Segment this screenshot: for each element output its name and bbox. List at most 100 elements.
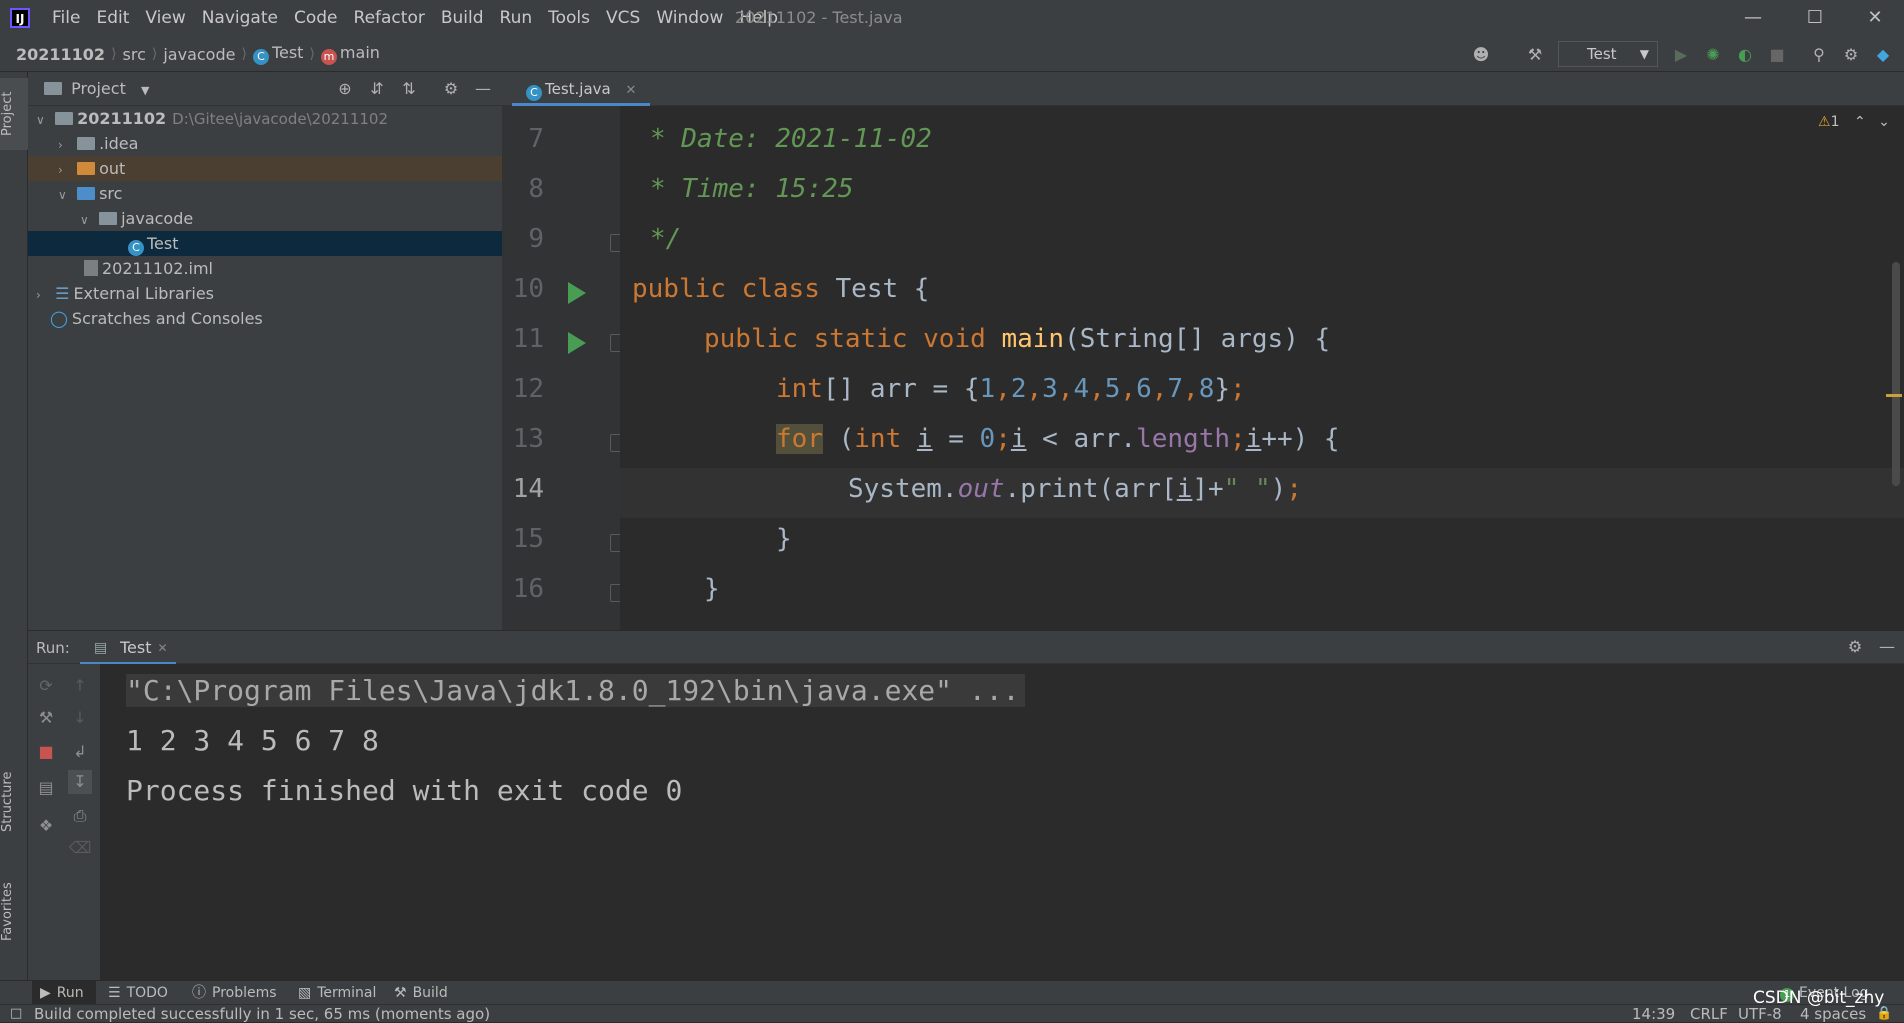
project-tool-tab[interactable]: Project: [0, 78, 28, 150]
hammer-icon[interactable]: ⚒: [1524, 44, 1546, 66]
chevron-down-icon: ▼: [140, 84, 150, 97]
project-panel-title[interactable]: Project ▼: [44, 79, 149, 98]
code-editor[interactable]: * Date: 2021-11-02 * Time: 15:25 */ publ…: [620, 106, 1904, 630]
run-class-icon[interactable]: [568, 282, 586, 304]
tool-tab-build[interactable]: ⚒ Build: [394, 981, 448, 1005]
chevron-right-icon: ⟩: [151, 46, 158, 62]
minimize-icon[interactable]: —: [1724, 0, 1782, 36]
breadcrumb-src[interactable]: src: [123, 45, 146, 64]
menu-run[interactable]: Run: [492, 8, 541, 28]
menu-vcs[interactable]: VCS: [598, 8, 648, 28]
menu-view[interactable]: View: [137, 8, 193, 28]
wrench-icon[interactable]: ⚒: [34, 706, 58, 730]
scroll-to-end-icon[interactable]: ↧: [68, 770, 92, 794]
menu-build[interactable]: Build: [433, 8, 492, 28]
user-icon[interactable]: ☻: [1470, 44, 1492, 66]
locate-icon[interactable]: ⊕: [334, 78, 356, 100]
tree-item-src[interactable]: ∨ src: [28, 181, 502, 206]
chevron-right-icon: ⟩: [309, 46, 315, 62]
keyword: public: [704, 324, 798, 354]
tool-tab-terminal[interactable]: ▧ Terminal: [298, 981, 376, 1005]
panel-toggle-icon[interactable]: □: [10, 1005, 22, 1023]
package-icon: [99, 212, 118, 225]
warning-icon: ⚠: [1818, 114, 1831, 130]
run-tab-test[interactable]: ▤ Test ✕: [80, 631, 176, 665]
code-text: .print(arr[: [1004, 474, 1177, 504]
tool-tab-todo[interactable]: ☰ TODO: [108, 981, 168, 1005]
maximize-icon[interactable]: ☐: [1786, 0, 1844, 36]
warning-stripe-marker[interactable]: [1886, 394, 1902, 397]
editor-scrollbar[interactable]: [1892, 262, 1900, 486]
debug-icon[interactable]: ✺: [1702, 44, 1724, 66]
tree-item-external-libraries[interactable]: › ☰ External Libraries: [28, 281, 502, 306]
console-output[interactable]: "C:\Program Files\Java\jdk1.8.0_192\bin\…: [100, 664, 1904, 980]
breadcrumb-project[interactable]: 20211102: [16, 45, 105, 64]
chevron-up-icon[interactable]: ⌃: [1854, 114, 1866, 130]
tree-item-root[interactable]: ∨ 20211102 D:\Gitee\javacode\20211102: [28, 106, 502, 131]
run-main-icon[interactable]: [568, 332, 586, 354]
menu-code[interactable]: Code: [286, 8, 346, 28]
line-separator[interactable]: CRLF: [1690, 1005, 1728, 1023]
breadcrumb-package[interactable]: javacode: [163, 45, 235, 64]
soft-wrap-icon[interactable]: ↲: [68, 740, 92, 764]
menu-tools[interactable]: Tools: [540, 8, 598, 28]
tree-item-javacode[interactable]: ∨ javacode: [28, 206, 502, 231]
breadcrumb: 20211102 ⟩ src ⟩ javacode ⟩ C Test ⟩ m mai…: [16, 36, 380, 72]
semicolon: ;: [995, 424, 1011, 454]
gear-icon[interactable]: ⚙: [1844, 636, 1866, 658]
toolbox-icon[interactable]: ◆: [1872, 44, 1894, 66]
breadcrumb-class[interactable]: C Test: [252, 43, 303, 65]
trash-icon[interactable]: ⌫: [68, 836, 92, 860]
close-icon[interactable]: ✕: [1846, 0, 1904, 36]
menu-window[interactable]: Window: [648, 8, 731, 28]
hide-panel-icon[interactable]: —: [1876, 636, 1898, 658]
search-icon[interactable]: ⚲: [1808, 44, 1830, 66]
hide-panel-icon[interactable]: —: [472, 78, 494, 100]
tree-item-scratches[interactable]: ◯ Scratches and Consoles: [28, 306, 502, 331]
breadcrumb-method[interactable]: m main: [320, 43, 380, 65]
tool-tab-run[interactable]: ▶ Run: [32, 981, 96, 1005]
tree-item-out[interactable]: › out: [28, 156, 502, 181]
tab-test-java[interactable]: C Test.java ✕: [512, 72, 651, 106]
chevron-down-icon: ∨: [80, 213, 89, 227]
structure-tool-tab[interactable]: Structure: [0, 762, 28, 842]
console-line-exit: Process finished with exit code 0: [126, 774, 683, 807]
collapse-all-icon[interactable]: ⇅: [398, 78, 420, 100]
rerun-icon[interactable]: ⟳: [34, 674, 58, 698]
tree-item-label: src: [99, 184, 123, 203]
tree-item-iml[interactable]: 20211102.iml: [28, 256, 502, 281]
close-tab-icon[interactable]: ✕: [157, 631, 167, 665]
close-tab-icon[interactable]: ✕: [626, 83, 637, 98]
status-bar: □ Build completed successfully in 1 sec,…: [0, 1004, 1904, 1023]
code-text: System.: [848, 474, 958, 504]
inspection-widget[interactable]: ⚠1 ⌃ ⌄: [1818, 114, 1890, 130]
pin-icon[interactable]: ❖: [34, 814, 58, 838]
menu-navigate[interactable]: Navigate: [194, 8, 286, 28]
stop-icon[interactable]: ■: [1766, 44, 1788, 66]
console-command: "C:\Program Files\Java\jdk1.8.0_192\bin\…: [126, 674, 1026, 707]
menu-edit[interactable]: Edit: [88, 8, 137, 28]
gear-icon[interactable]: ⚙: [440, 78, 462, 100]
variable-i: i: [916, 424, 933, 454]
status-message[interactable]: Build completed successfully in 1 sec, 6…: [34, 1005, 490, 1023]
layout-icon[interactable]: ▤: [34, 776, 58, 800]
caret-position[interactable]: 14:39: [1632, 1005, 1675, 1023]
stop-icon[interactable]: ■: [34, 740, 58, 764]
coverage-icon[interactable]: ◐: [1734, 44, 1756, 66]
arrow-up-icon[interactable]: ↑: [68, 674, 92, 698]
gear-icon[interactable]: ⚙: [1840, 44, 1862, 66]
run-icon[interactable]: ▶: [1670, 44, 1692, 66]
tool-tab-problems[interactable]: ⓘ Problems: [192, 981, 277, 1005]
tree-item-idea[interactable]: › .idea: [28, 131, 502, 156]
number: 0: [979, 424, 996, 454]
tree-item-test[interactable]: C Test: [28, 231, 502, 256]
arrow-down-icon[interactable]: ↓: [68, 706, 92, 730]
favorites-tool-tab[interactable]: Favorites: [0, 872, 28, 952]
run-configuration-select[interactable]: Test ▼: [1558, 41, 1658, 67]
list-icon: ☰: [108, 985, 121, 1001]
print-icon[interactable]: ⎙: [68, 804, 92, 828]
chevron-down-icon[interactable]: ⌄: [1878, 114, 1890, 130]
menu-file[interactable]: File: [44, 8, 88, 28]
menu-refactor[interactable]: Refactor: [346, 8, 433, 28]
expand-all-icon[interactable]: ⇵: [366, 78, 388, 100]
